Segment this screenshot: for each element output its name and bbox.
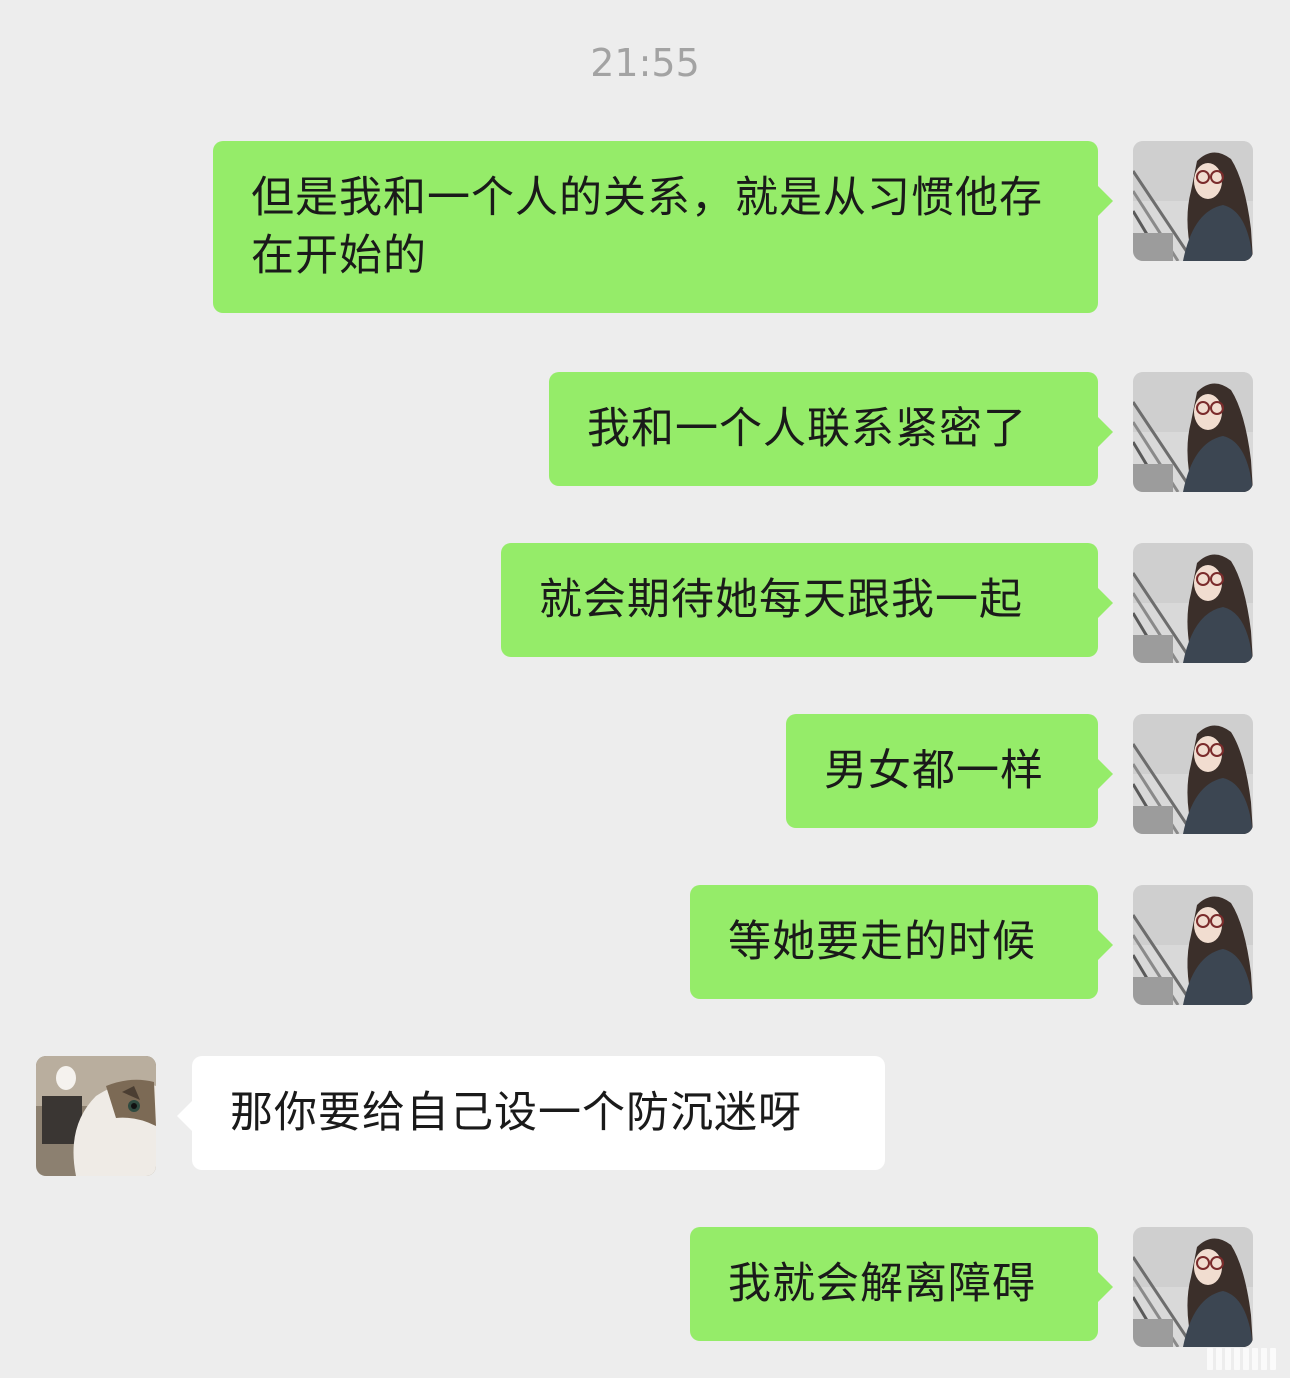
outgoing-message-bubble[interactable]: 就会期待她每天跟我一起 [501,543,1113,657]
message-text: 我和一个人联系紧密了 [587,404,1027,454]
my-avatar[interactable] [1133,372,1253,492]
outgoing-message-bubble[interactable]: 我和一个人联系紧密了 [549,372,1113,486]
my-avatar[interactable] [1133,1227,1253,1347]
contact-avatar[interactable] [36,1056,156,1176]
message-text: 我就会解离障碍 [728,1259,1036,1309]
message-text: 等她要走的时候 [728,917,1036,967]
message-text: 但是我和一个人的关系，就是从习惯他存在开始的 [251,173,1043,281]
message-text: 男女都一样 [824,746,1044,796]
outgoing-message-bubble[interactable]: 但是我和一个人的关系，就是从习惯他存在开始的 [213,141,1113,313]
my-avatar[interactable] [1133,885,1253,1005]
my-avatar[interactable] [1133,543,1253,663]
chat-timestamp: 21:55 [590,41,700,85]
watermark-bars [1207,1348,1276,1370]
outgoing-message-bubble[interactable]: 等她要走的时候 [690,885,1113,999]
message-text: 就会期待她每天跟我一起 [539,575,1023,625]
outgoing-message-bubble[interactable]: 我就会解离障碍 [690,1227,1113,1341]
incoming-message-bubble[interactable]: 那你要给自己设一个防沉迷呀 [177,1056,885,1170]
my-avatar[interactable] [1133,141,1253,261]
my-avatar[interactable] [1133,714,1253,834]
outgoing-message-bubble[interactable]: 男女都一样 [786,714,1113,828]
message-text: 那你要给自己设一个防沉迷呀 [230,1088,802,1138]
